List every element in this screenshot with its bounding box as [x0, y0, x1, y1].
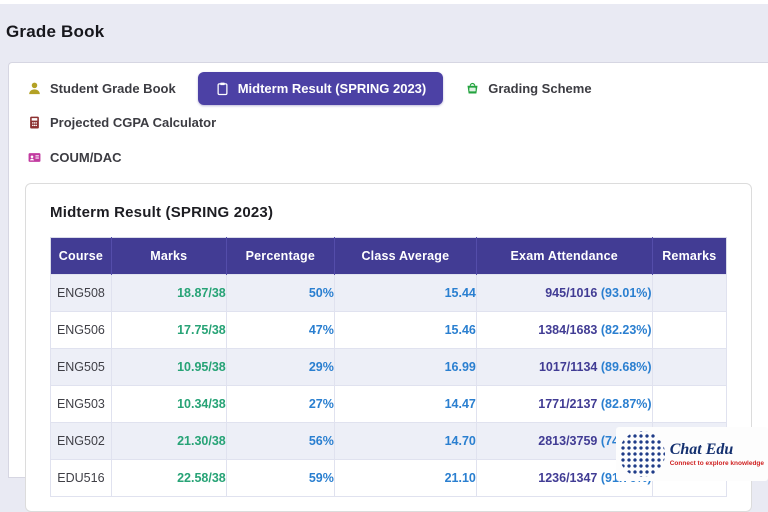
column-header: Remarks	[652, 237, 727, 275]
marks-cell: 22.58/38	[110, 459, 227, 497]
tab-label: Projected CGPA Calculator	[50, 115, 217, 130]
content-panel: Student Grade Book Midterm Result (SPRING…	[8, 62, 768, 512]
marks-cell: 10.34/38	[110, 385, 227, 423]
class-average-value: 14.47	[444, 397, 476, 411]
course-cell: ENG503	[50, 385, 112, 423]
attendance-fraction: 2813/3759	[538, 434, 598, 448]
percentage-cell: 47%	[225, 311, 335, 349]
marks-value: 18.87/38	[177, 286, 226, 300]
watermark-tagline: Connect to explore knowledge	[669, 459, 764, 467]
class-average-cell: 21.10	[333, 459, 477, 497]
attendance-fraction: 1384/1683	[538, 323, 598, 337]
id-card-icon	[27, 150, 42, 165]
percentage-value: 56%	[308, 434, 334, 448]
remarks-cell	[651, 311, 728, 349]
exam-attendance-cell: 945/1016 (93.01%)	[475, 274, 653, 312]
percentage-cell: 59%	[225, 459, 335, 497]
table-row: ENG505 10.95/38 29% 16.99 1017/1134 (89.68%)	[50, 348, 728, 386]
class-average-cell: 15.46	[333, 311, 477, 349]
tab-bar: Student Grade Book Midterm Result (SPRING…	[9, 63, 768, 175]
calculator-icon	[27, 115, 42, 130]
marks-value: 10.34/38	[177, 397, 226, 411]
percentage-value: 29%	[308, 360, 334, 374]
table-header-row: Course Marks Percentage Class Average Exam A…	[50, 237, 727, 275]
class-average-value: 16.99	[444, 360, 476, 374]
tab-student-grade-book[interactable]: Student Grade Book	[23, 73, 180, 104]
tab-midterm-result-spring-2023[interactable]: Midterm Result (SPRING 2023)	[197, 72, 444, 105]
attendance-percent: (93.01%)	[600, 286, 652, 300]
watermark-brand: Chat Edu	[669, 441, 734, 459]
column-header: Class Average	[334, 237, 477, 275]
column-header: Marks	[111, 237, 227, 275]
marks-value: 10.95/38	[177, 360, 226, 374]
course-cell: ENG502	[50, 422, 112, 460]
course-cell: ENG505	[50, 348, 112, 386]
class-average-value: 15.44	[444, 286, 476, 300]
card-heading: Midterm Result (SPRING 2023)	[50, 204, 274, 221]
chat-edu-watermark: Chat Edu Connect to explore knowledge	[615, 427, 768, 481]
attendance-percent: (82.23%)	[600, 323, 652, 337]
attendance-percent: (82.87%)	[600, 397, 652, 411]
tab-label: COUM/DAC	[50, 150, 122, 165]
percentage-value: 27%	[308, 397, 334, 411]
attendance-fraction: 945/1016	[545, 286, 598, 300]
marks-cell: 10.95/38	[110, 348, 227, 386]
user-icon	[27, 81, 42, 96]
table-row: ENG506 17.75/38 47% 15.46 1384/1683 (82.23%)	[50, 311, 728, 349]
course-cell: EDU516	[50, 459, 112, 497]
attendance-fraction: 1771/2137	[538, 397, 598, 411]
tab-label: Grading Scheme	[488, 81, 592, 96]
remarks-cell	[651, 385, 728, 423]
attendance-percent: (89.68%)	[600, 360, 652, 374]
attendance-fraction: 1017/1134	[538, 360, 598, 374]
marks-cell: 21.30/38	[110, 422, 227, 460]
page-title: Grade Book	[6, 22, 105, 41]
percentage-cell: 50%	[225, 274, 335, 312]
class-average-value: 15.46	[444, 323, 476, 337]
class-average-cell: 16.99	[333, 348, 477, 386]
globe-icon	[618, 431, 665, 477]
remarks-cell	[651, 348, 728, 386]
percentage-cell: 29%	[225, 348, 335, 386]
table-row: ENG503 10.34/38 27% 14.47 1771/2137 (82.87%)	[50, 385, 728, 423]
tab-grading-scheme[interactable]: Grading Scheme	[461, 73, 595, 104]
percentage-cell: 27%	[225, 385, 335, 423]
class-average-value: 14.70	[444, 434, 476, 448]
page-header: Grade Book	[0, 4, 768, 60]
marks-cell: 18.87/38	[110, 274, 227, 312]
class-average-cell: 15.44	[333, 274, 477, 312]
exam-attendance-cell: 1384/1683 (82.23%)	[475, 311, 653, 349]
exam-attendance-cell: 1771/2137 (82.87%)	[475, 385, 653, 423]
course-cell: ENG508	[50, 274, 112, 312]
marks-value: 21.30/38	[177, 434, 226, 448]
clipboard-icon	[215, 81, 230, 96]
tab-label: Midterm Result (SPRING 2023)	[237, 81, 427, 96]
column-header: Course	[50, 237, 112, 275]
grade-book-icon	[465, 81, 480, 96]
course-cell: ENG506	[50, 311, 112, 349]
marks-value: 17.75/38	[177, 323, 226, 337]
class-average-cell: 14.47	[333, 385, 477, 423]
remarks-cell	[651, 274, 728, 312]
table-row: ENG508 18.87/38 50% 15.44 945/1016 (93.01%)	[50, 274, 728, 312]
tab-label: Student Grade Book	[50, 81, 176, 96]
percentage-value: 47%	[308, 323, 334, 337]
column-header: Exam Attendance	[476, 237, 653, 275]
exam-attendance-cell: 1017/1134 (89.68%)	[475, 348, 653, 386]
column-header: Percentage	[226, 237, 335, 275]
tab-coum-dac[interactable]: COUM/DAC	[23, 142, 126, 173]
percentage-value: 50%	[308, 286, 334, 300]
tab-projected-cgpa-calculator[interactable]: Projected CGPA Calculator	[23, 107, 220, 138]
marks-cell: 17.75/38	[110, 311, 227, 349]
class-average-cell: 14.70	[333, 422, 477, 460]
percentage-cell: 56%	[225, 422, 335, 460]
